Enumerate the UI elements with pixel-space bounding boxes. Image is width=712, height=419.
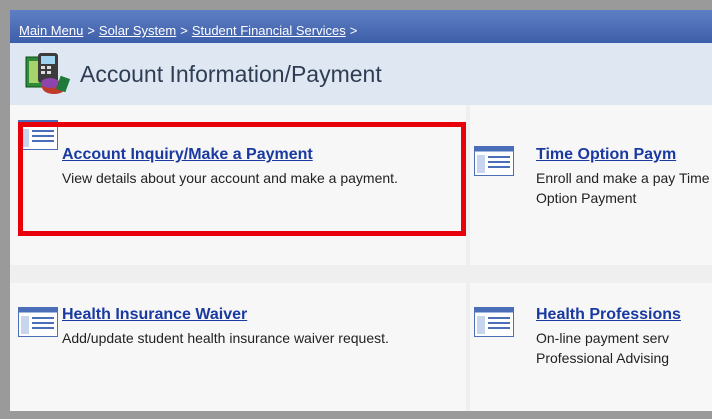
health-insurance-waiver-link[interactable]: Health Insurance Waiver [62,306,247,324]
health-professions-description: On-line payment serv Professional Advisi… [536,330,670,366]
financial-account-icon [25,53,71,94]
highlight-annotation [18,122,466,236]
menu-page-icon [474,146,514,176]
menu-page-icon [474,307,514,337]
tile-health-insurance-waiver[interactable]: Health Insurance Waiver Add/update stude… [10,283,466,411]
menu-page-icon [18,307,58,337]
tile-health-professions[interactable]: Health Professions On-line payment serv … [470,283,712,411]
breadcrumb-main-menu[interactable]: Main Menu [19,23,83,38]
breadcrumb-bar: Main Menu > Solar System > Student Financial… [10,10,712,43]
health-professions-link[interactable]: Health Professions [536,306,681,324]
page-header: Account Information/Payment [10,43,712,106]
breadcrumb-student-financial-services[interactable]: Student Financial Services [192,23,346,38]
page-title: Account Information/Payment [80,61,382,87]
breadcrumb-separator: > [180,23,188,38]
time-option-payment-link[interactable]: Time Option Paym [536,146,676,164]
health-insurance-waiver-description: Add/update student health insurance waiv… [62,330,389,346]
breadcrumb-solar-system[interactable]: Solar System [99,23,176,38]
tile-time-option-payment[interactable]: Time Option Paym Enroll and make a pay T… [470,105,712,265]
breadcrumb-separator: > [87,23,95,38]
time-option-payment-description: Enroll and make a pay Time Option Paymen… [536,170,710,206]
breadcrumb: Main Menu > Solar System > Student Financial… [19,23,361,38]
breadcrumb-separator: > [349,23,358,38]
